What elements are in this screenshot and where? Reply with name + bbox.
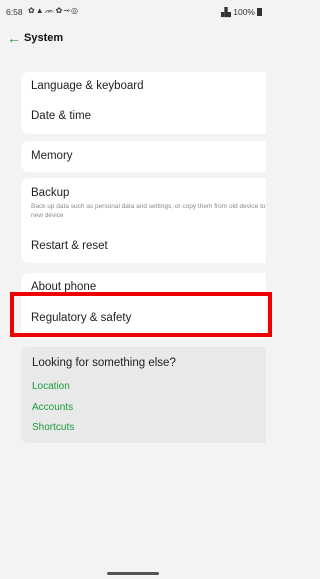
signal-icon: ▗▙ [217, 7, 231, 17]
link-shortcuts[interactable]: Shortcuts [32, 422, 74, 433]
page-title: System [24, 32, 64, 44]
settings-card-general: Language & keyboard Date & time [21, 72, 266, 134]
settings-item-datetime[interactable]: Date & time [31, 110, 91, 122]
circle-icon: ◎ [71, 6, 79, 15]
looking-else-card: Looking for something else? Location Acc… [21, 347, 266, 443]
notification-icons: ✿▲ᨏ✿⊸◎ [28, 6, 79, 16]
gear-icon: ✿ [28, 6, 36, 15]
highlight-box [10, 292, 272, 337]
home-indicator[interactable] [107, 572, 159, 575]
warning-icon: ▲ [35, 6, 45, 15]
battery-level: 100% [233, 7, 255, 17]
settings-card-backup: Backup Back up data such as personal dat… [21, 178, 266, 263]
backup-description: Back up data such as personal data and s… [31, 203, 266, 219]
settings-item-memory[interactable]: Memory [31, 150, 73, 162]
link-location[interactable]: Location [32, 381, 70, 392]
looking-else-title: Looking for something else? [32, 357, 176, 369]
cat-icon: ᨏ [44, 6, 56, 15]
top-bar: ← System [0, 28, 266, 52]
status-bar: 6:58 ✿▲ᨏ✿⊸◎ ▗▙ 100% [0, 0, 266, 22]
status-time: 6:58 [6, 7, 23, 17]
settings-card-memory: Memory [21, 141, 266, 172]
link-accounts[interactable]: Accounts [32, 402, 73, 413]
battery-icon [257, 8, 262, 16]
settings-item-restart[interactable]: Restart & reset [31, 240, 108, 252]
settings-item-language[interactable]: Language & keyboard [31, 80, 144, 92]
arrow-left-icon[interactable]: ← [7, 30, 21, 46]
settings-item-backup[interactable]: Backup [31, 187, 69, 199]
status-right: ▗▙ 100% [218, 7, 262, 18]
key-icon: ⊸ [63, 6, 71, 15]
